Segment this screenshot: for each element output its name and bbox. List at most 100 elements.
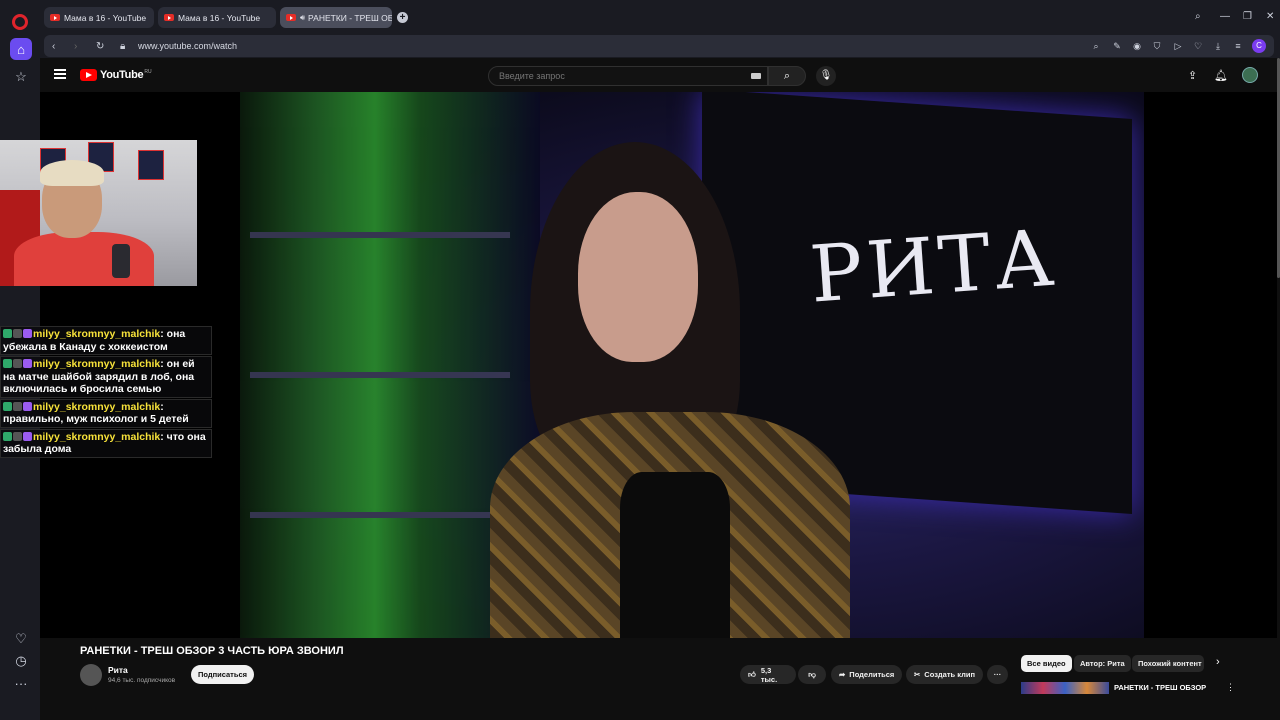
- restore-icon[interactable]: ❐: [1243, 11, 1252, 22]
- chip-author[interactable]: Автор: Рита: [1074, 655, 1131, 672]
- chat-username: milyy_skromnyy_malchik: [33, 328, 161, 340]
- home-icon[interactable]: ⌂: [10, 38, 32, 60]
- search-icon[interactable]: ⌕: [1090, 40, 1102, 52]
- lock-icon: 🔒︎: [120, 41, 126, 52]
- hamburger-menu-icon[interactable]: [54, 69, 66, 79]
- chip-all-videos[interactable]: Все видео: [1021, 655, 1072, 672]
- forward-icon[interactable]: ›: [74, 41, 77, 52]
- profile-avatar[interactable]: C: [1252, 39, 1266, 53]
- mod-badge-icon: [13, 401, 22, 411]
- minimize-icon[interactable]: —: [1220, 11, 1230, 22]
- notifications-bell-icon[interactable]: 🔔︎: [1214, 69, 1228, 82]
- microphone-icon[interactable]: 🎙︎: [816, 66, 836, 86]
- verified-badge-icon: [23, 401, 32, 411]
- heart-icon[interactable]: ♡: [1192, 40, 1204, 52]
- chat-username: milyy_skromnyy_malchik: [33, 430, 161, 443]
- menu-icon[interactable]: ≡: [1232, 40, 1244, 52]
- subscribe-button[interactable]: Подписаться: [191, 665, 254, 684]
- avatar[interactable]: [1242, 67, 1258, 83]
- subscriber-badge-icon: [3, 329, 12, 338]
- share-button[interactable]: ➦ Поделиться: [831, 665, 902, 684]
- chat-text: правильно, муж психолог и 5 детей: [3, 413, 189, 425]
- youtube-header: YouTube RU ⌕ 🎙︎ ⇪ 🔔︎: [40, 58, 1280, 92]
- chat-message: milyy_skromnyy_malchik: правильно, муж п…: [0, 398, 212, 428]
- subscriber-badge-icon: [3, 359, 12, 368]
- camera-icon[interactable]: ◉: [1131, 40, 1143, 52]
- browser-tab-active[interactable]: 🔊︎ РАНЕТКИ - ТРЕШ ОБ: [280, 7, 392, 28]
- more-dots-icon[interactable]: ···: [10, 672, 32, 694]
- kebab-menu-icon[interactable]: ⋮: [1226, 682, 1235, 693]
- streamer-body: [14, 232, 154, 286]
- keyboard-icon[interactable]: [751, 73, 761, 79]
- channel-name[interactable]: Рита: [108, 665, 128, 675]
- heart-icon[interactable]: ♡: [10, 628, 32, 650]
- share-label: Поделиться: [849, 670, 895, 679]
- like-button[interactable]: 👍︎ 5,3 тыс.: [740, 665, 796, 684]
- back-icon[interactable]: ‹: [52, 41, 55, 52]
- verified-badge-icon: [23, 329, 32, 338]
- more-dots-icon: ···: [993, 670, 1002, 679]
- browser-tab[interactable]: Мама в 16 - YouTube: [44, 7, 154, 28]
- verified-badge-icon: [23, 431, 32, 441]
- reload-icon[interactable]: ↻: [96, 41, 104, 52]
- mod-badge-icon: [13, 431, 22, 441]
- presenter: [490, 142, 850, 638]
- edit-icon[interactable]: ✎: [1111, 40, 1123, 52]
- chat-message: milyy_skromnyy_malchik: она убежала в Ка…: [0, 326, 212, 355]
- chip-related[interactable]: Похожий контент: [1132, 655, 1204, 672]
- youtube-favicon-icon: [164, 14, 174, 21]
- wall-poster: [138, 150, 164, 180]
- chat-message: milyy_skromnyy_malchik: он ей на матче ш…: [0, 356, 212, 398]
- youtube-logo-icon: [80, 69, 97, 81]
- subscriber-badge-icon: [3, 431, 12, 441]
- tab-title: Мама в 16 - YouTube: [178, 12, 261, 23]
- mod-badge-icon: [13, 329, 22, 338]
- star-icon[interactable]: ☆: [10, 66, 32, 88]
- video-title: РАНЕТКИ - ТРЕШ ОБЗОР 3 ЧАСТЬ ЮРА ЗВОНИЛ: [80, 645, 344, 657]
- download-icon[interactable]: ⤓: [1212, 40, 1224, 52]
- thumbs-down-icon: 👎︎: [808, 669, 816, 679]
- play-icon[interactable]: ▷: [1172, 40, 1184, 52]
- chat-message: milyy_skromnyy_malchik: что она забыла д…: [0, 428, 212, 458]
- speaker-icon: 🔊︎: [300, 12, 306, 22]
- browser-tab[interactable]: Мама в 16 - YouTube: [158, 7, 276, 28]
- search-input[interactable]: [499, 71, 749, 81]
- chevron-right-icon[interactable]: ›: [1216, 656, 1220, 668]
- clip-label: Создать клип: [924, 670, 975, 679]
- recommendation-thumbnail[interactable]: [1021, 682, 1109, 694]
- recommendation-title[interactable]: РАНЕТКИ - ТРЕШ ОБЗОР: [1114, 683, 1206, 692]
- new-tab-plus-icon[interactable]: +: [397, 12, 408, 23]
- upload-icon[interactable]: ⇪: [1188, 69, 1197, 82]
- channel-avatar[interactable]: [80, 664, 102, 686]
- logo-text: YouTube: [100, 69, 144, 81]
- subscriber-count: 94,6 тыс. подписчиков: [108, 677, 176, 684]
- address-bar: ‹ › ↻ 🔒︎ www.youtube.com/watch ⌕ ✎ ◉ ⛉ ▷…: [44, 35, 1274, 57]
- url-field[interactable]: www.youtube.com/watch: [138, 41, 237, 51]
- search-tabs-icon[interactable]: ⌕: [1195, 11, 1201, 22]
- search-button[interactable]: ⌕: [768, 66, 806, 86]
- shelf-board: [250, 232, 510, 238]
- chat-colon: :: [160, 400, 164, 413]
- shield-icon[interactable]: ⛉: [1151, 40, 1163, 52]
- history-clock-icon[interactable]: ◷: [10, 650, 32, 672]
- shelf-board: [250, 512, 510, 518]
- chat-username: milyy_skromnyy_malchik: [33, 400, 161, 413]
- scissors-icon: ✂: [914, 670, 921, 679]
- presenter-top: [620, 472, 730, 638]
- chat-overlay: milyy_skromnyy_malchik: она убежала в Ка…: [0, 326, 212, 459]
- video-player[interactable]: РИТА: [40, 92, 1277, 638]
- streamer-hair: [40, 160, 104, 186]
- tab-title: Мама в 16 - YouTube: [64, 12, 147, 23]
- opera-logo-icon[interactable]: [12, 14, 28, 30]
- tab-title: РАНЕТКИ - ТРЕШ ОБ: [308, 12, 392, 23]
- dislike-button[interactable]: 👎︎: [798, 665, 826, 684]
- close-icon[interactable]: ✕: [1266, 11, 1274, 22]
- create-clip-button[interactable]: ✂ Создать клип: [906, 665, 983, 684]
- youtube-favicon-icon: [286, 14, 296, 21]
- webcam-overlay: [0, 140, 197, 286]
- search-box: [488, 66, 768, 86]
- youtube-logo[interactable]: YouTube RU: [80, 69, 152, 81]
- youtube-favicon-icon: [50, 14, 60, 21]
- more-actions-button[interactable]: ···: [987, 665, 1008, 684]
- mod-badge-icon: [13, 359, 22, 368]
